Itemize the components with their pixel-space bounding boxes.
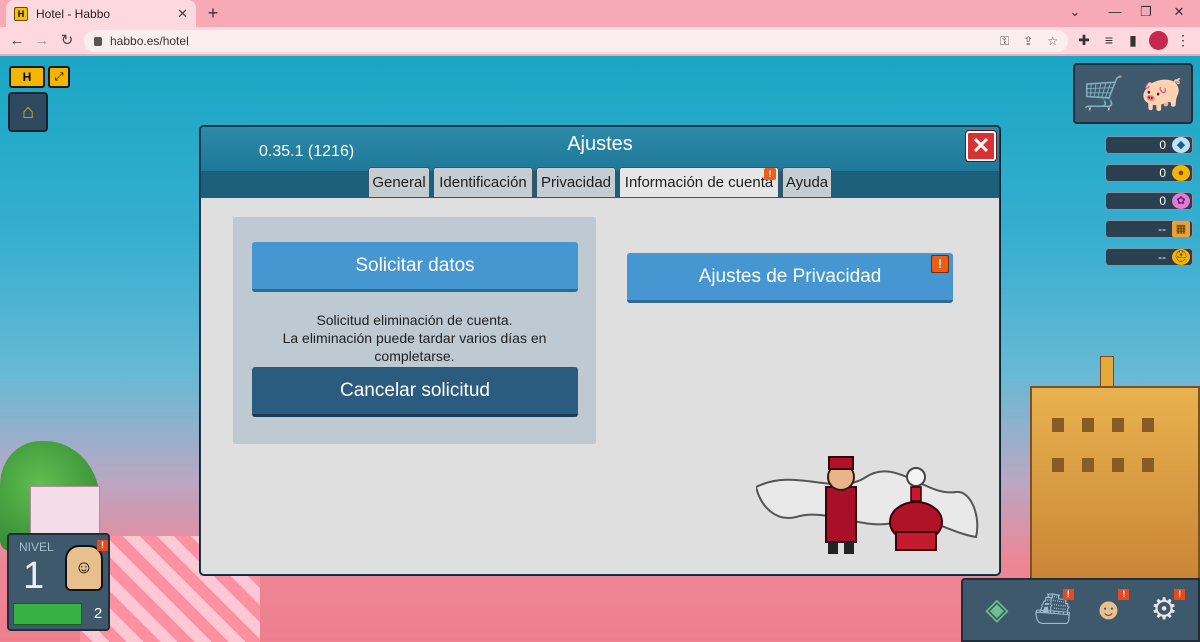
habbo-favicon-icon: H — [14, 6, 28, 21]
version-text: 0.35.1 (1216) — [259, 143, 355, 160]
coin-icon: ● — [1172, 165, 1190, 181]
menu-kebab-icon[interactable]: ⋮ — [1174, 32, 1192, 49]
deletion-request-text: Solicitud eliminación de cuenta. La elim… — [282, 312, 547, 364]
extensions-icon[interactable]: ✚ — [1075, 32, 1093, 49]
level-alert-icon: ! — [97, 540, 108, 551]
browser-toolbar: ← → ↻ habbo.es/hotel ⚿ ⇪ ☆ ✚ ≡ ▮ ⋮ — [0, 27, 1200, 55]
media-list-icon[interactable]: ≡ — [1100, 32, 1118, 48]
lock-icon — [94, 36, 102, 46]
settings-gear-icon[interactable]: ⚙! — [1141, 587, 1187, 633]
tab-title: Hotel - Habbo — [36, 6, 111, 21]
hotel-building-decoration — [1030, 386, 1200, 596]
back-icon[interactable]: ← — [8, 32, 26, 50]
bottom-toolbar: ◈ ⛴! ☻! ⚙! — [961, 578, 1200, 642]
restore-icon[interactable]: ❐ — [1136, 4, 1156, 20]
currency-credits[interactable]: 0 ● — [1105, 164, 1193, 182]
minimize-icon[interactable]: — — [1105, 4, 1125, 19]
level-panel[interactable]: NIVEL 1 ☺ ! 2 — [7, 533, 110, 631]
bookmark-star-icon[interactable]: ☆ — [1047, 34, 1058, 48]
address-bar[interactable]: habbo.es/hotel ⚿ ⇪ ☆ — [84, 30, 1068, 52]
profile-avatar-icon[interactable] — [1149, 31, 1168, 50]
browser-tab[interactable]: H Hotel - Habbo ✕ — [6, 0, 196, 27]
tab-account-info[interactable]: Información de cuenta ! — [619, 167, 779, 197]
reload-icon[interactable]: ↻ — [58, 32, 76, 50]
catalog-icon[interactable]: ⛴! — [1030, 587, 1076, 633]
navigator-icon[interactable]: ◈ — [974, 587, 1020, 633]
shop-panel: 🛒 🐖 — [1073, 63, 1193, 124]
level-progress-bar — [13, 603, 82, 625]
hc-icon: ▦ — [1172, 221, 1190, 237]
cancel-request-button[interactable]: Cancelar solicitud — [252, 367, 578, 417]
tab-alert-icon: ! — [764, 168, 776, 180]
tab-search-icon[interactable]: ⌄ — [1065, 4, 1085, 20]
tab-identification[interactable]: Identificación — [433, 167, 533, 197]
tab-privacy[interactable]: Privacidad — [536, 167, 616, 197]
close-tab-icon[interactable]: ✕ — [177, 6, 188, 22]
browser-tab-bar: H Hotel - Habbo ✕ + ⌄ — ❐ ✕ — [0, 0, 1200, 27]
shopping-cart-icon[interactable]: 🛒 — [1083, 74, 1125, 114]
friends-icon[interactable]: ☻! — [1085, 587, 1131, 633]
forward-icon[interactable]: → — [33, 32, 51, 50]
habbo-menu-button[interactable]: H — [9, 66, 45, 88]
level-number: 1 — [23, 555, 45, 597]
currency-duckets[interactable]: 0 ✿ — [1105, 192, 1193, 210]
next-level-number: 2 — [93, 605, 103, 622]
url-text: habbo.es/hotel — [110, 34, 189, 48]
currency-diamonds[interactable]: 0 ◆ — [1105, 136, 1193, 154]
privacy-settings-button[interactable]: Ajustes de Privacidad — [627, 253, 953, 303]
share-icon[interactable]: ⇪ — [1023, 34, 1033, 48]
currency-builder[interactable]: -- ⛑ — [1105, 248, 1193, 266]
request-data-button[interactable]: Solicitar datos — [252, 242, 578, 292]
diamond-icon: ◆ — [1172, 137, 1190, 153]
close-window-icon[interactable]: ✕ — [1169, 4, 1189, 20]
helmet-icon: ⛑ — [1172, 249, 1190, 265]
fullscreen-icon[interactable]: ⤢ — [48, 66, 70, 88]
tab-general[interactable]: General — [368, 167, 430, 197]
settings-window: Ajustes 0.35.1 (1216) ✕ General Identifi… — [200, 126, 1000, 575]
level-label: NIVEL — [19, 540, 54, 554]
side-panel-icon[interactable]: ▮ — [1124, 32, 1142, 49]
bellhop-mascot-illustration — [756, 456, 979, 554]
key-icon[interactable]: ⚿ — [1000, 34, 1009, 49]
tab-help[interactable]: Ayuda — [782, 167, 832, 197]
piggy-bank-icon[interactable]: 🐖 — [1141, 74, 1183, 114]
close-settings-button[interactable]: ✕ — [966, 131, 996, 161]
user-avatar-icon[interactable]: ☺ — [65, 545, 103, 591]
privacy-alert-icon: ! — [931, 255, 949, 273]
home-room-icon[interactable]: ⌂ — [8, 92, 48, 132]
new-tab-icon[interactable]: + — [203, 3, 223, 24]
currency-hc[interactable]: -- ▦ — [1105, 220, 1193, 238]
ducket-icon: ✿ — [1172, 193, 1190, 209]
